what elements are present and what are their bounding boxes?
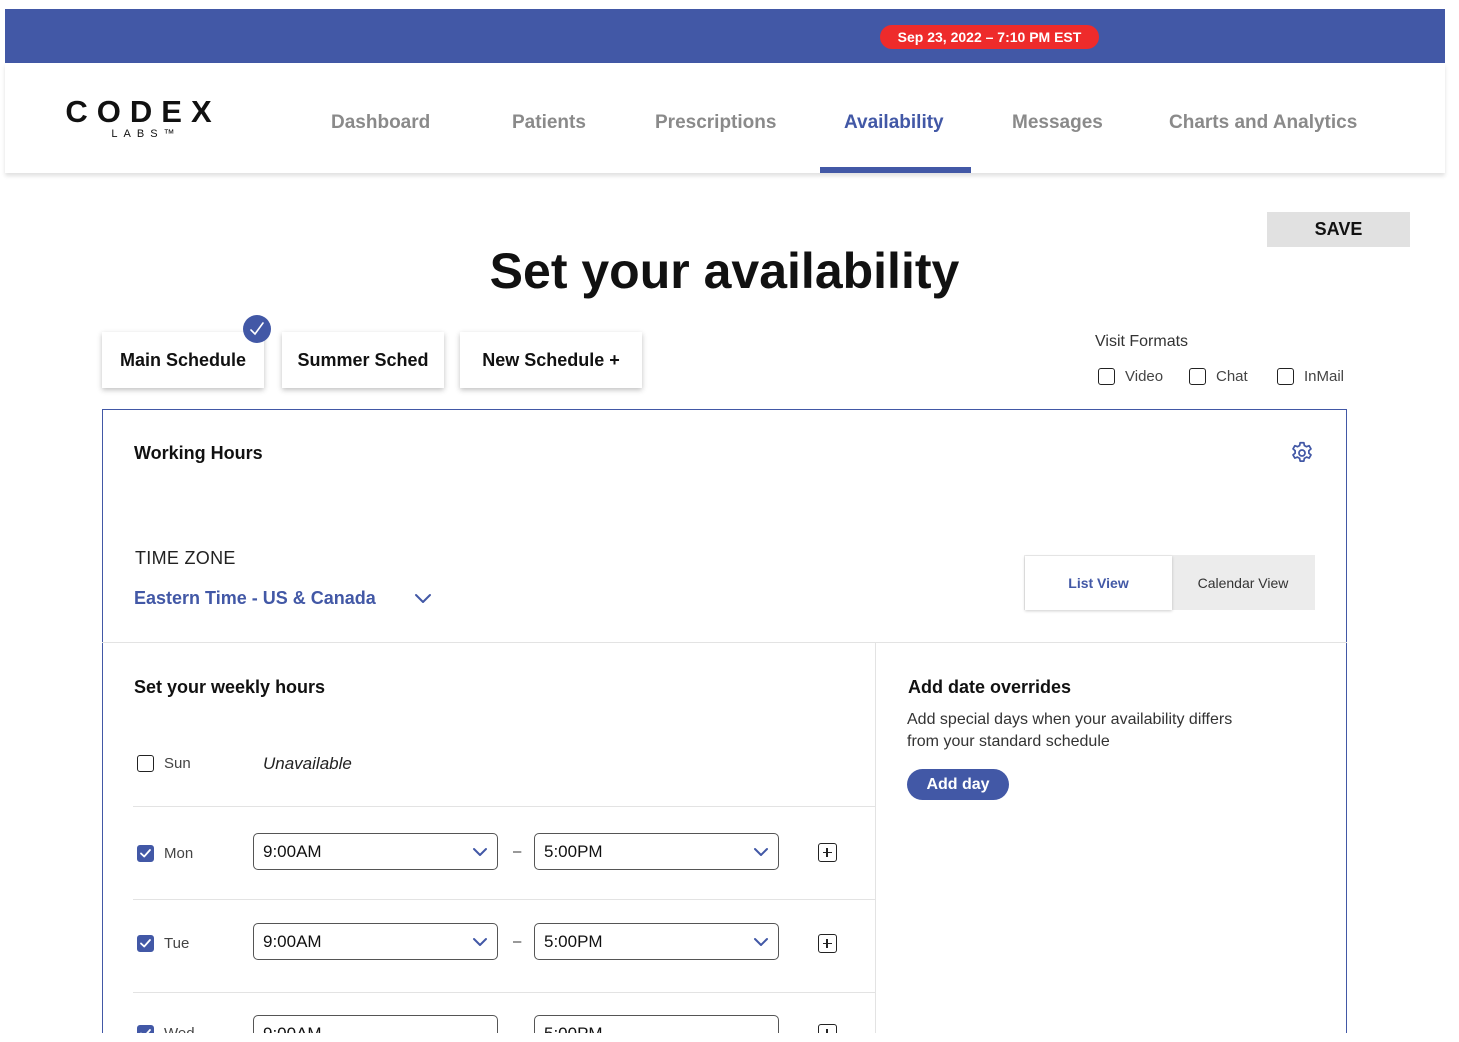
mon-checkbox[interactable] <box>137 845 154 862</box>
row-divider <box>133 899 875 900</box>
mon-start-value: 9:00AM <box>263 842 322 861</box>
tue-label: Tue <box>164 935 190 952</box>
nav-availability[interactable]: Availability <box>844 112 944 134</box>
calendar-view-button[interactable]: Calendar View <box>1172 556 1314 610</box>
row-divider <box>133 806 875 807</box>
logo-subtitle: LABS™ <box>111 128 181 140</box>
mon-end-value: 5:00PM <box>544 842 603 861</box>
chevron-down-icon <box>473 848 487 856</box>
gear-icon[interactable] <box>1289 440 1315 466</box>
nav-dashboard[interactable]: Dashboard <box>331 112 430 134</box>
weekly-hours-title: Set your weekly hours <box>134 677 326 697</box>
logo-wordmark: CODEX <box>65 94 221 129</box>
page-title: Set your availability <box>489 243 960 299</box>
chevron-down-icon[interactable] <box>414 591 432 605</box>
tue-end-select[interactable]: 5:00PM <box>534 923 779 960</box>
visit-formats-label: Visit Formats <box>1095 333 1189 350</box>
nav-charts-analytics[interactable]: Charts and Analytics <box>1169 112 1357 134</box>
inmail-checkbox[interactable] <box>1277 368 1294 385</box>
date-overrides-description: Add special days when your availability … <box>907 711 1233 750</box>
inmail-label: InMail <box>1304 368 1345 385</box>
schedule-tab-summer[interactable]: Summer Sched <box>282 332 444 388</box>
add-interval-icon[interactable] <box>818 843 837 862</box>
unavailable-text: Unavailable <box>263 754 352 773</box>
video-checkbox[interactable] <box>1098 368 1115 385</box>
row-divider <box>133 992 875 993</box>
main-navbar: CODEX LABS™ Dashboard Patients Prescript… <box>5 63 1445 173</box>
chevron-down-icon <box>473 938 487 946</box>
datetime-badge: Sep 23, 2022 – 7:10 PM EST <box>880 25 1099 49</box>
viewport-edge <box>0 1033 1459 1042</box>
date-overrides-title: Add date overrides <box>908 677 1072 697</box>
sun-label: Sun <box>164 755 191 772</box>
tue-checkbox[interactable] <box>137 935 154 952</box>
time-separator: – <box>513 843 522 860</box>
nav-prescriptions[interactable]: Prescriptions <box>655 112 776 134</box>
codex-labs-logo[interactable]: CODEX LABS™ <box>63 96 223 142</box>
top-banner: Sep 23, 2022 – 7:10 PM EST <box>5 9 1445 63</box>
panel-divider <box>102 642 1347 643</box>
schedule-tab-main[interactable]: Main Schedule <box>102 332 264 388</box>
chevron-down-icon <box>754 848 768 856</box>
chat-checkbox[interactable] <box>1189 368 1206 385</box>
add-interval-icon[interactable] <box>818 934 837 953</box>
nav-patients[interactable]: Patients <box>512 112 586 134</box>
chevron-down-icon <box>754 938 768 946</box>
timezone-select[interactable]: Eastern Time - US & Canada <box>134 588 376 609</box>
sun-checkbox[interactable] <box>137 755 154 772</box>
active-tab-indicator <box>820 167 971 173</box>
column-divider <box>875 643 876 1042</box>
list-view-button[interactable]: List View <box>1025 556 1172 610</box>
video-label: Video <box>1125 368 1164 385</box>
tue-start-value: 9:00AM <box>263 932 322 951</box>
tue-start-select[interactable]: 9:00AM <box>253 923 498 960</box>
mon-start-select[interactable]: 9:00AM <box>253 833 498 870</box>
selected-check-icon <box>243 315 271 343</box>
nav-messages[interactable]: Messages <box>1012 112 1103 134</box>
mon-label: Mon <box>164 845 194 862</box>
new-schedule-button[interactable]: New Schedule + <box>460 332 642 388</box>
add-day-button[interactable]: Add day <box>907 769 1009 800</box>
chat-label: Chat <box>1216 368 1248 385</box>
working-hours-title: Working Hours <box>134 443 263 463</box>
timezone-label: TIME ZONE <box>135 548 236 568</box>
mon-end-select[interactable]: 5:00PM <box>534 833 779 870</box>
tue-end-value: 5:00PM <box>544 932 603 951</box>
time-separator: – <box>513 933 522 950</box>
